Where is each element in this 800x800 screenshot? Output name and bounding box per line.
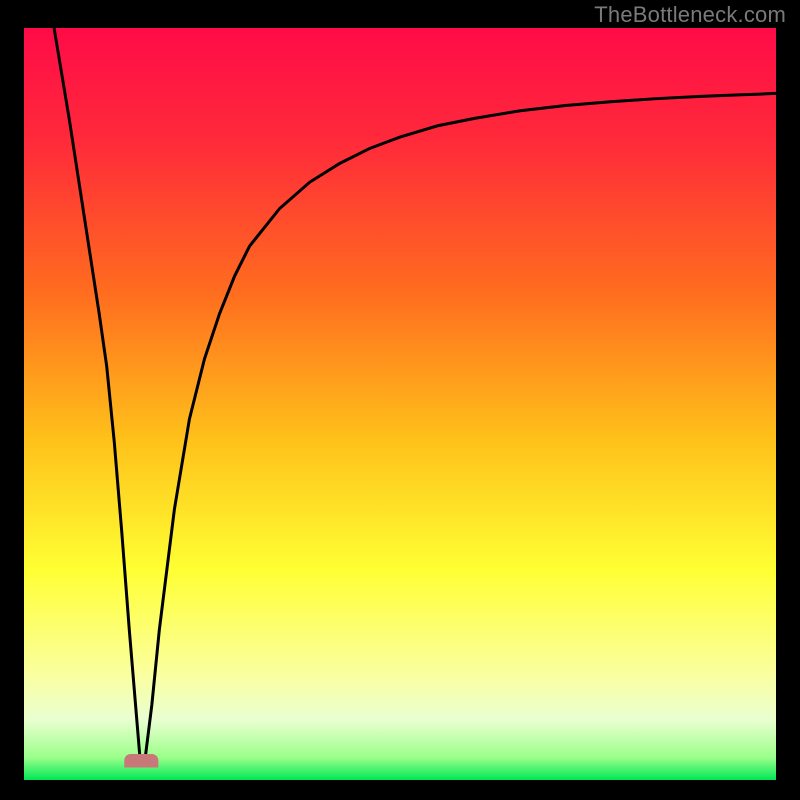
chart-svg: [24, 28, 776, 780]
watermark-text: TheBottleneck.com: [594, 2, 786, 28]
app-frame: TheBottleneck.com: [0, 0, 800, 800]
min-marker: [124, 754, 158, 768]
chart-area: [24, 28, 776, 780]
gradient-background: [24, 28, 776, 780]
